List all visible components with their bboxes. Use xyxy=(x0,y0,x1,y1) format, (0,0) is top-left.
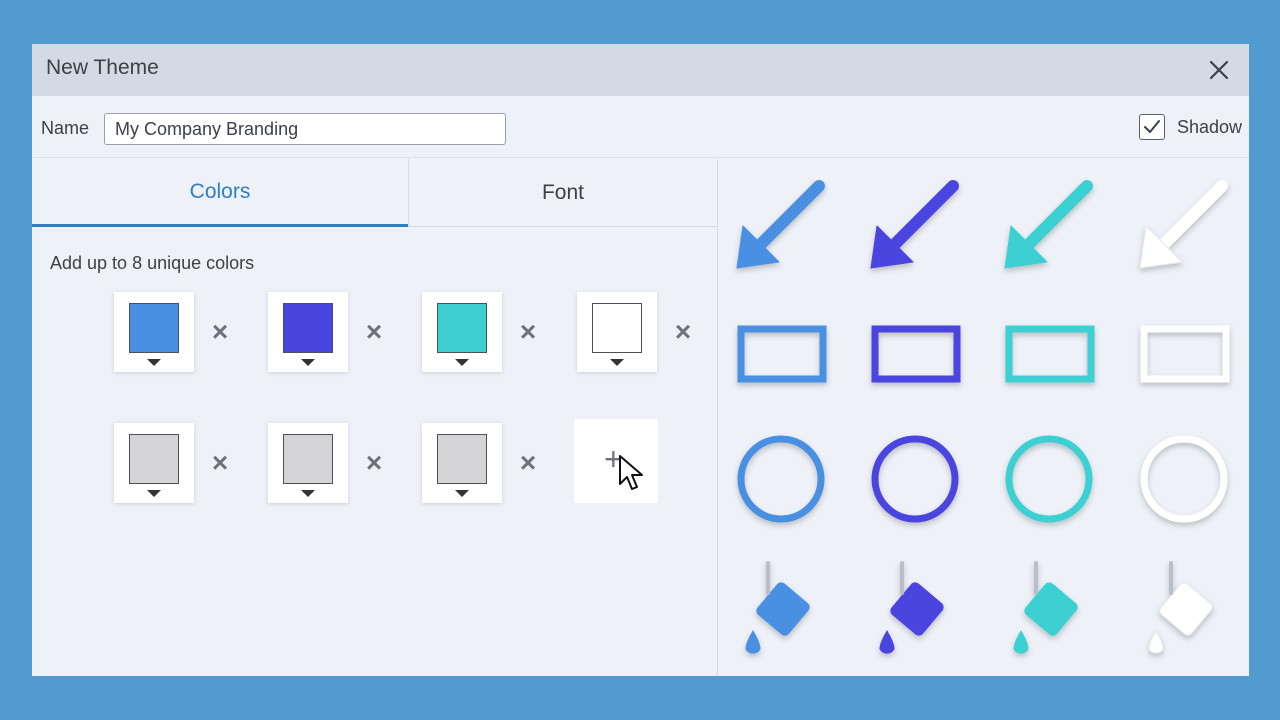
theme-tabs: Colors Font xyxy=(32,159,717,227)
tab-colors[interactable]: Colors xyxy=(32,159,408,227)
remove-color-icon[interactable]: × xyxy=(516,318,540,346)
color-swatch[interactable] xyxy=(422,423,502,503)
preview-rectangle-4 xyxy=(1140,325,1230,383)
name-row: Name Shadow xyxy=(32,96,1249,158)
dropdown-caret-icon xyxy=(455,359,469,366)
preview-circle-1 xyxy=(737,435,825,523)
color-swatch[interactable] xyxy=(577,292,657,372)
close-button[interactable] xyxy=(1203,54,1235,86)
remove-color-icon[interactable]: × xyxy=(516,449,540,477)
swatch-chip xyxy=(592,303,642,353)
dropdown-caret-icon xyxy=(610,359,624,366)
dropdown-caret-icon xyxy=(147,490,161,497)
preview-fill-bucket-1 xyxy=(745,561,810,654)
preview-rectangle-3 xyxy=(1005,325,1095,383)
preview-circle-4 xyxy=(1140,435,1228,523)
theme-preview xyxy=(718,159,1249,676)
dropdown-caret-icon xyxy=(301,359,315,366)
dropdown-caret-icon xyxy=(301,490,315,497)
add-color-button[interactable]: + xyxy=(574,419,658,503)
shadow-label: Shadow xyxy=(1176,116,1242,137)
swatch-chip xyxy=(283,303,333,353)
preview-circle-3 xyxy=(1005,435,1093,523)
shadow-checkbox[interactable] xyxy=(1138,114,1165,140)
preview-arrow-2 xyxy=(870,180,959,269)
color-swatch[interactable] xyxy=(114,292,194,372)
dropdown-caret-icon xyxy=(147,359,161,366)
name-label: Name xyxy=(41,118,90,138)
colors-hint: Add up to 8 unique colors xyxy=(50,253,255,273)
checkmark-icon xyxy=(1143,120,1160,133)
swatch-chip xyxy=(283,434,333,484)
close-icon xyxy=(1209,60,1229,80)
remove-color-icon[interactable]: × xyxy=(362,449,386,477)
dialog-title: New Theme xyxy=(46,56,159,79)
colors-panel: Colors Font Add up to 8 unique colors × ×… xyxy=(32,159,717,676)
theme-name-input[interactable] xyxy=(104,113,506,145)
color-swatch[interactable] xyxy=(268,423,348,503)
preview-circle-2 xyxy=(871,435,959,523)
preview-canvas xyxy=(736,180,1230,654)
remove-color-icon[interactable]: × xyxy=(362,318,386,346)
mouse-pointer-icon xyxy=(619,455,643,490)
color-swatch[interactable] xyxy=(268,292,348,372)
preview-fill-bucket-2 xyxy=(879,561,944,654)
preview-rectangle-2 xyxy=(871,325,961,383)
preview-arrow-3 xyxy=(1004,180,1093,269)
preview-fill-bucket-3 xyxy=(1013,561,1078,654)
preview-arrow-1 xyxy=(736,180,825,269)
color-swatch[interactable] xyxy=(422,292,502,372)
remove-color-icon[interactable]: × xyxy=(671,318,695,346)
preview-fill-bucket-4 xyxy=(1148,561,1213,654)
remove-color-icon[interactable]: × xyxy=(208,318,232,346)
remove-color-icon[interactable]: × xyxy=(208,449,232,477)
preview-rectangle-1 xyxy=(737,325,827,383)
swatch-chip xyxy=(129,434,179,484)
shadow-toggle[interactable]: Shadow xyxy=(1138,114,1242,140)
swatch-chip xyxy=(437,434,487,484)
color-swatch[interactable] xyxy=(114,423,194,503)
new-theme-dialog: New Theme Name Shadow Colors Font Add up… xyxy=(32,44,1249,676)
swatch-chip xyxy=(437,303,487,353)
dialog-titlebar: New Theme xyxy=(32,44,1249,96)
swatch-chip xyxy=(129,303,179,353)
dropdown-caret-icon xyxy=(455,490,469,497)
tab-font[interactable]: Font xyxy=(408,159,717,227)
preview-arrow-4 xyxy=(1139,180,1228,269)
